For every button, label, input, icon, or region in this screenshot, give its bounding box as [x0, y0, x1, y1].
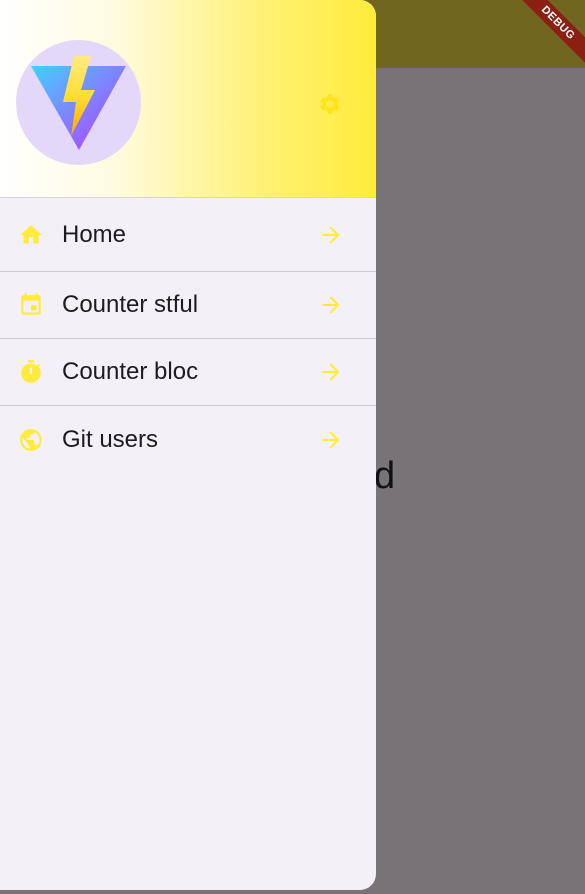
drawer-item-counter-stful[interactable]: Counter stful: [0, 272, 376, 339]
drawer-item-label: Git users: [62, 425, 159, 453]
arrow-right-icon: [322, 225, 340, 244]
avatar[interactable]: [16, 40, 141, 165]
settings-icon[interactable]: [318, 92, 342, 116]
drawer-item-label: Counter bloc: [62, 358, 199, 385]
lightning-v-logo-icon: [31, 56, 126, 150]
home-icon: [20, 224, 42, 244]
drawer-item-label: Home: [62, 220, 127, 248]
drawer-item-home[interactable]: Home: [0, 198, 376, 272]
arrow-right-icon: [322, 430, 340, 449]
smiley-face-icon: [20, 428, 42, 451]
arrow-right-icon: [322, 296, 340, 314]
arrow-right-icon: [322, 363, 340, 381]
drawer-header: [0, 0, 376, 198]
navigation-drawer: Home Counter stful Counter bloc Git user…: [0, 0, 376, 890]
calendar-icon: [21, 293, 41, 315]
drawer-item-label: Counter stful: [62, 291, 199, 318]
drawer-item-counter-bloc[interactable]: Counter bloc: [0, 339, 376, 406]
timer-icon: [21, 360, 41, 383]
background-text: d: [374, 455, 396, 497]
drawer-item-git-users[interactable]: Git users: [0, 406, 376, 473]
